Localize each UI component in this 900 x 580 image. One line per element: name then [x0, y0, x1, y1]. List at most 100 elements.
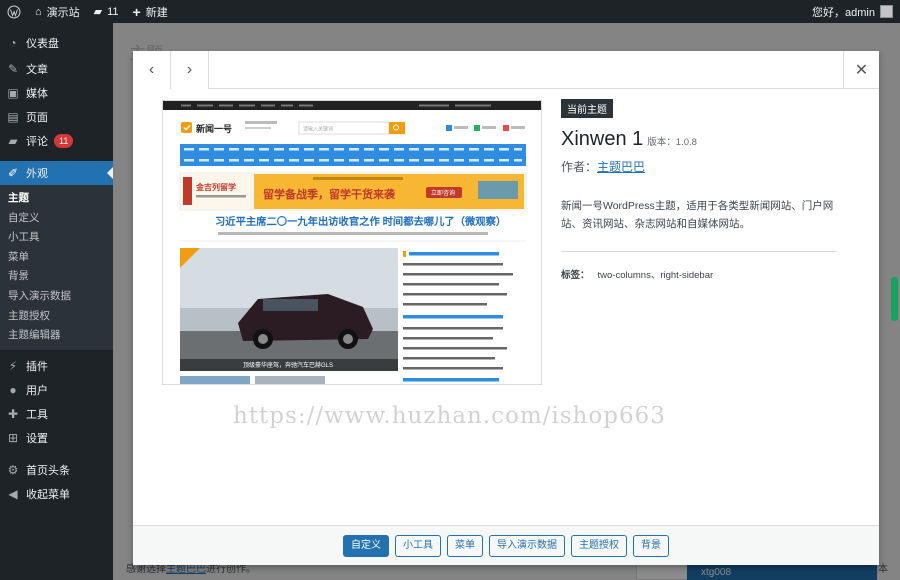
close-icon: ✕	[854, 62, 869, 79]
collapse-icon: ◀	[8, 486, 18, 501]
menu-label: 插件	[26, 360, 48, 373]
author-link[interactable]: 主题巴巴	[597, 160, 645, 174]
dashboard-icon: ◔	[9, 36, 17, 50]
wrench-icon: ✚	[7, 406, 19, 421]
preview-logo: 新闻一号	[196, 123, 232, 134]
modal-footer-actions: 自定义 小工具 菜单 导入演示数据 主题授权 背景	[133, 525, 879, 565]
plus-icon: +	[132, 3, 141, 20]
menu-label: 评论	[26, 136, 48, 148]
site-name: 演示站	[46, 6, 80, 19]
theme-description: 新闻一号WordPress主题，适用于各类型新闻网站、门户网站、资讯网站、杂志网…	[561, 200, 834, 230]
menu-posts[interactable]: ✎ 文章	[0, 57, 113, 81]
menu-dashboard[interactable]: ◔ 仪表盘	[0, 31, 113, 55]
theme-details-modal: ‹ › ✕ 新闻一号 请输入关键词 金吉列留学 留学备战季，留学干货来袭 立即咨…	[133, 51, 879, 565]
theme-name: Xinwen 1 版本：1.0.8	[561, 128, 837, 151]
submenu-customize[interactable]: 自定义	[0, 209, 113, 229]
chevron-left-icon: ‹	[148, 61, 155, 78]
gear-icon: ⚙	[7, 462, 19, 477]
theme-tags: 标签： two-columns、right-sidebar	[561, 267, 837, 281]
wordpress-logo-icon[interactable]	[0, 0, 28, 23]
menu-plugins[interactable]: ⚡ 插件	[0, 354, 113, 378]
submenu-theme-editor[interactable]: 主题编辑器	[0, 326, 113, 346]
chevron-right-icon: ›	[186, 61, 193, 78]
preview-ad-text: 留学备战季，留学干货来袭	[263, 187, 396, 201]
menu-label: 页面	[26, 112, 48, 124]
close-modal-button[interactable]: ✕	[843, 51, 879, 89]
media-icon: ▣	[7, 86, 19, 100]
menu-label: 仪表盘	[26, 38, 59, 50]
submenu-theme-license[interactable]: 主题授权	[0, 307, 113, 327]
theme-preview-image: 新闻一号 请输入关键词 金吉列留学 留学备战季，留学干货来袭 立即咨询 习近平主…	[163, 101, 541, 384]
theme-info: 当前主题 Xinwen 1 版本：1.0.8 作者：主题巴巴 新闻一号WordPr…	[561, 99, 837, 281]
menu-appearance[interactable]: ✐ 外观	[0, 161, 113, 185]
pin-icon: ✎	[7, 62, 19, 76]
menu-home-headlines[interactable]: ⚙ 首页头条	[0, 458, 113, 482]
home-icon: ⌂	[35, 5, 42, 18]
menu-label: 工具	[26, 408, 48, 421]
paintbrush-icon: ✐	[7, 166, 19, 180]
submenu-menus[interactable]: 菜单	[0, 248, 113, 268]
appearance-submenu: 主题 自定义 小工具 菜单 背景 导入演示数据 主题授权 主题编辑器	[0, 185, 113, 350]
next-theme-button[interactable]: ›	[171, 51, 209, 89]
theme-license-button[interactable]: 主题授权	[571, 534, 627, 557]
menu-label: 设置	[26, 432, 48, 445]
preview-ad-brand: 金吉列留学	[195, 182, 236, 192]
greeting: 您好，admin	[812, 6, 875, 19]
theme-title: Xinwen 1	[561, 128, 644, 150]
side-float-tab[interactable]	[891, 277, 898, 321]
menu-media[interactable]: ▣ 媒体	[0, 81, 113, 105]
menus-button[interactable]: 菜单	[447, 534, 483, 557]
admin-bar: ⌂ 演示站 ▰ 11 + 新建 您好，admin	[0, 0, 900, 23]
menu-label: 首页头条	[26, 464, 70, 477]
submenu-background[interactable]: 背景	[0, 267, 113, 287]
theme-version: 版本：1.0.8	[647, 137, 697, 148]
submenu-themes[interactable]: 主题	[0, 189, 113, 209]
submenu-widgets[interactable]: 小工具	[0, 228, 113, 248]
divider	[561, 251, 837, 252]
menu-label: 文章	[26, 64, 48, 76]
modal-header: ‹ › ✕	[133, 51, 879, 89]
comments-count: 11	[107, 5, 119, 18]
menu-label: 收起菜单	[26, 488, 70, 501]
tags-label: 标签：	[561, 270, 590, 281]
settings-icon: ⊞	[7, 430, 19, 445]
preview-photo-caption: 顶级豪华座驾，奔驰汽车巴赫GLS	[243, 361, 333, 369]
preview-headline: 习近平主席二〇一九年出访收官之作 时间都去哪儿了（微观察）	[215, 215, 506, 228]
comment-bubble-icon: ▰	[93, 6, 103, 18]
comments-link[interactable]: ▰ 11	[87, 0, 126, 23]
menu-collapse[interactable]: ◀ 收起菜单	[0, 482, 113, 506]
preview-ad-button: 立即咨询	[431, 189, 455, 197]
widgets-button[interactable]: 小工具	[395, 534, 441, 557]
current-theme-label: 当前主题	[561, 99, 613, 118]
avatar	[880, 5, 893, 18]
theme-author: 作者：主题巴巴	[561, 158, 837, 175]
page-icon: ▤	[7, 110, 19, 124]
new-content-link[interactable]: + 新建	[126, 0, 175, 23]
author-label: 作者：	[561, 160, 598, 174]
menu-pages[interactable]: ▤ 页面	[0, 105, 113, 129]
admin-sidebar: ◔ 仪表盘 ✎ 文章 ▣ 媒体 ▤ 页面 ▰ 评论 11 ✐ 外观 主题 自定义 小工具 菜单…	[0, 23, 113, 580]
account-menu[interactable]: 您好，admin	[805, 0, 900, 23]
preview-search-placeholder: 请输入关键词	[303, 126, 333, 133]
user-icon: ●	[9, 382, 17, 397]
menu-tools[interactable]: ✚ 工具	[0, 402, 113, 426]
previous-theme-button[interactable]: ‹	[133, 51, 171, 89]
submenu-import-demo[interactable]: 导入演示数据	[0, 287, 113, 307]
menu-comments[interactable]: ▰ 评论 11	[0, 129, 113, 153]
comment-icon: ▰	[8, 134, 18, 148]
tags-value: two-columns、right-sidebar	[597, 270, 714, 281]
menu-label: 媒体	[26, 88, 48, 100]
menu-users[interactable]: ● 用户	[0, 378, 113, 402]
menu-settings[interactable]: ⊞ 设置	[0, 426, 113, 450]
menu-label: 外观	[26, 168, 48, 180]
new-label: 新建	[145, 6, 168, 19]
customize-button[interactable]: 自定义	[343, 534, 389, 557]
watermark-text: https://www.huzhan.com/ishop663	[233, 403, 666, 429]
site-name-link[interactable]: ⌂ 演示站	[28, 0, 87, 23]
import-demo-button[interactable]: 导入演示数据	[489, 534, 565, 557]
background-button[interactable]: 背景	[633, 534, 669, 557]
plugin-icon: ⚡	[8, 358, 18, 373]
menu-label: 用户	[26, 384, 48, 397]
theme-screenshot: 新闻一号 请输入关键词 金吉列留学 留学备战季，留学干货来袭 立即咨询 习近平主…	[162, 100, 542, 385]
comment-count-badge: 11	[54, 134, 74, 148]
